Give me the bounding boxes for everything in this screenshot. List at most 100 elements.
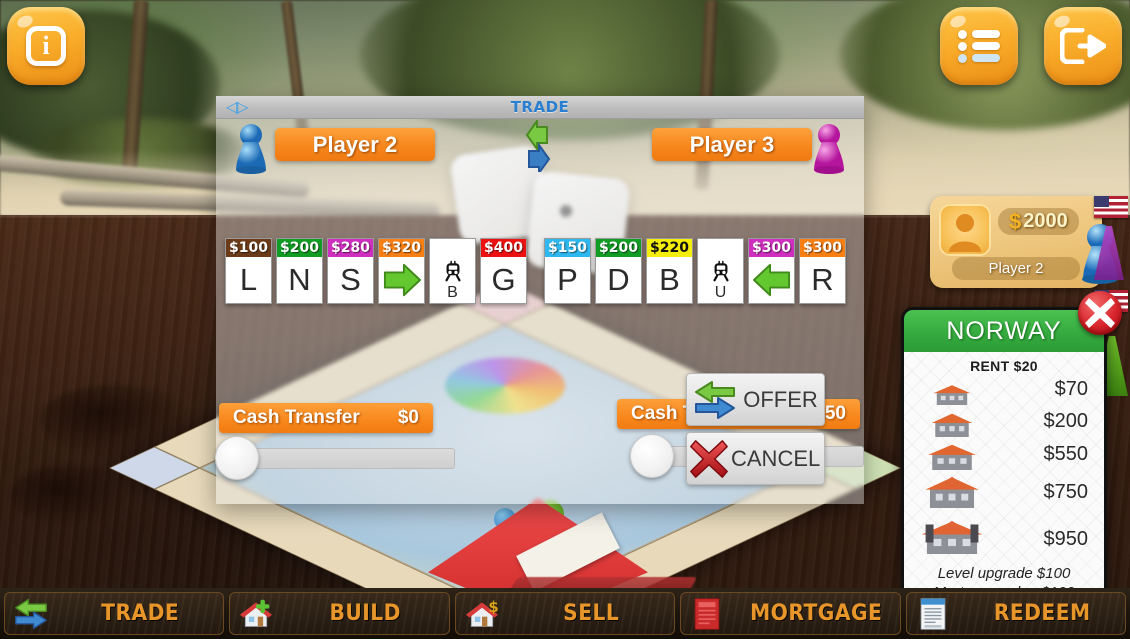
swap-arrows-icon	[508, 117, 570, 177]
rent-building-icon	[914, 476, 990, 508]
toolbar-label: SELL	[562, 601, 620, 626]
rent-title: RENT $20	[970, 358, 1038, 374]
slider-knob[interactable]	[215, 436, 259, 480]
left-player-pawn	[234, 122, 268, 174]
offer-label: OFFER	[743, 386, 818, 412]
property-card-L[interactable]: $100 L	[225, 238, 272, 304]
property-card-U[interactable]: U	[697, 238, 744, 304]
property-card-R[interactable]: $300 R	[799, 238, 846, 304]
toolbar-button-mortgage[interactable]: MORTGAGE	[680, 592, 901, 635]
rent-row: $200	[914, 405, 1094, 438]
card-price: $320	[379, 239, 424, 257]
slider-knob[interactable]	[629, 434, 674, 478]
house-plus-icon	[230, 598, 282, 630]
arrow-right-icon	[383, 263, 421, 297]
right-player-pawn	[812, 122, 846, 174]
close-button[interactable]	[1078, 291, 1122, 335]
card-letter: B	[659, 262, 680, 297]
list-menu-button[interactable]	[940, 7, 1018, 85]
redeem-doc-icon	[907, 597, 959, 631]
card-price: $200	[596, 239, 641, 257]
property-card-arrow-left[interactable]: $300	[748, 238, 795, 304]
card-price: $220	[647, 239, 692, 257]
left-cash-transfer: Cash Transfer $0	[219, 403, 433, 433]
property-card-B[interactable]: $220 B	[646, 238, 693, 304]
rent-value: $750	[1043, 481, 1089, 503]
rent-value: $70	[1054, 378, 1088, 400]
rent-value: $550	[1043, 443, 1089, 465]
card-letter: P	[557, 262, 578, 297]
card-train: B	[430, 257, 475, 303]
trade-dialog: TRADE ◁▷ Player 2 Player 3 $100 L $200 N $28…	[215, 96, 864, 504]
left-card-row: $100 L $200 N $280 S $320 B $400 G	[225, 238, 527, 304]
player-money: $2000	[998, 208, 1079, 235]
building-icon-level-4	[925, 476, 979, 508]
rent-building-icon	[914, 407, 990, 437]
offer-arrows-icon	[687, 378, 743, 422]
money-amount: 2000	[1023, 210, 1068, 232]
currency-symbol: $	[1009, 208, 1022, 234]
dialog-title: TRADE	[510, 98, 570, 116]
rent-row: $750	[914, 471, 1094, 514]
info-icon: i	[7, 7, 85, 85]
right-player-name: Player 3	[652, 128, 812, 161]
list-icon	[940, 7, 1018, 85]
rent-building-icon	[914, 375, 990, 405]
train-icon	[712, 260, 729, 282]
bottom-toolbar: TRADE BUILD $ SELL MORTGAGE REDEEM	[0, 588, 1130, 639]
us-flag-icon	[1094, 196, 1128, 218]
left-cash-value: $0	[397, 407, 419, 428]
card-price: $300	[800, 239, 845, 257]
player-name-label: Player 2	[952, 257, 1080, 280]
card-price: $200	[277, 239, 322, 257]
card-letter: B	[447, 284, 458, 301]
back-icon[interactable]: ◁▷	[226, 98, 254, 117]
exit-icon	[1044, 7, 1122, 85]
card-price: $100	[226, 239, 271, 257]
exit-button[interactable]	[1044, 7, 1122, 85]
left-cash-slider[interactable]	[215, 436, 455, 480]
player-info-panel: $2000 Player 2	[930, 196, 1102, 288]
building-icon-level-3	[928, 444, 976, 470]
dialog-title-bar: TRADE	[216, 96, 864, 119]
svg-text:$: $	[488, 598, 499, 616]
avatar	[939, 204, 991, 256]
property-card-arrow-right[interactable]: $320	[378, 238, 425, 304]
toolbar-button-redeem[interactable]: REDEEM	[905, 592, 1127, 635]
card-scroll-right[interactable]	[379, 257, 424, 303]
card-letter: U	[714, 284, 727, 301]
slider-track[interactable]	[237, 448, 455, 469]
train-icon	[444, 260, 461, 282]
cancel-button[interactable]: CANCEL	[686, 432, 825, 485]
offer-button[interactable]: OFFER	[686, 373, 825, 426]
property-detail-card: NORWAY RENT $20 $70 $200 $550 $750 $950 Leve…	[901, 307, 1107, 626]
property-card-B[interactable]: B	[429, 238, 476, 304]
property-card-G[interactable]: $400 G	[480, 238, 527, 304]
info-letter: i	[26, 26, 66, 66]
rent-value: $200	[1043, 410, 1089, 432]
card-price: $300	[749, 239, 794, 257]
card-letter: L	[239, 262, 258, 297]
left-player-name: Player 2	[275, 128, 435, 161]
mortgage-doc-icon	[681, 597, 733, 631]
right-card-row: $150 P $200 D $220 B U $300 $300 R	[544, 238, 846, 304]
toolbar-button-sell[interactable]: $ SELL	[454, 592, 676, 635]
card-scroll-left[interactable]	[749, 257, 794, 303]
rent-value: $950	[1043, 527, 1089, 550]
property-card-P[interactable]: $150 P	[544, 238, 591, 304]
toolbar-label: TRADE	[101, 601, 180, 626]
toolbar-label: BUILD	[329, 601, 402, 626]
property-card-S[interactable]: $280 S	[327, 238, 374, 304]
card-letter: G	[491, 262, 516, 297]
trade-arrows-icon	[5, 597, 57, 631]
toolbar-button-build[interactable]: BUILD	[229, 592, 450, 635]
arrow-left-icon	[752, 263, 790, 297]
rent-building-icon	[914, 440, 990, 470]
toolbar-button-trade[interactable]: TRADE	[4, 592, 225, 635]
property-card-D[interactable]: $200 D	[595, 238, 642, 304]
card-train: U	[698, 257, 743, 303]
card-letter: D	[607, 262, 630, 297]
info-button[interactable]: i	[7, 7, 85, 85]
property-card-N[interactable]: $200 N	[276, 238, 323, 304]
left-cash-label: Cash Transfer	[233, 407, 360, 428]
